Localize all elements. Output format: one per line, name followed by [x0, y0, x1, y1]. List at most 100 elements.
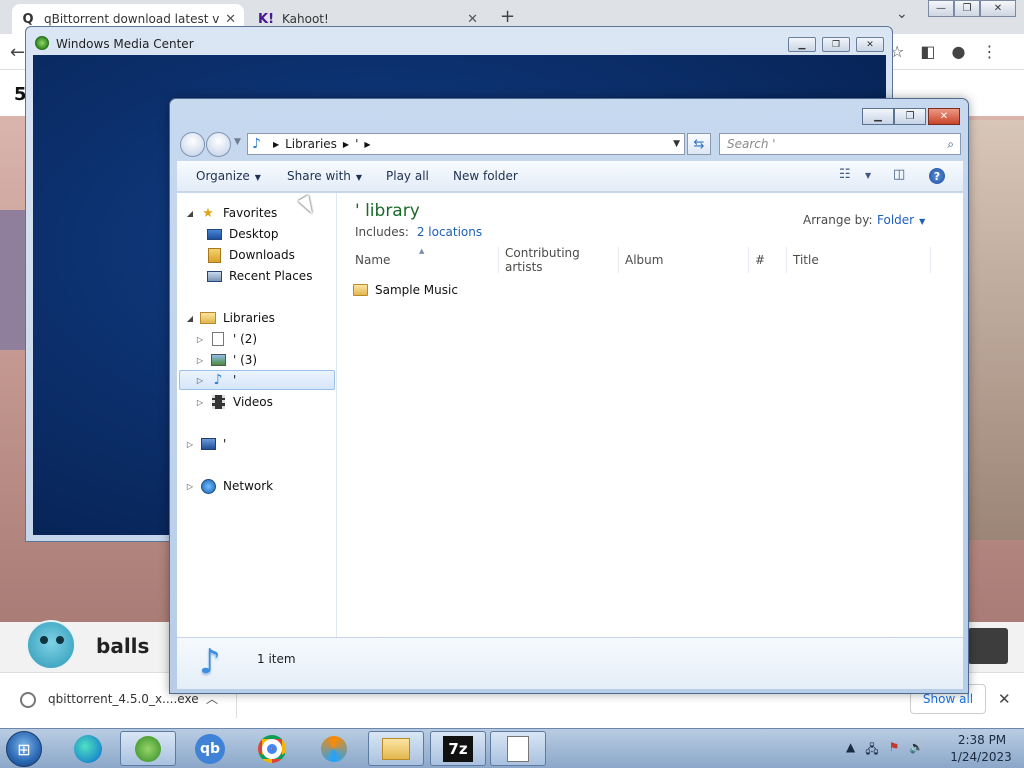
- expand-arrow-icon[interactable]: ▷: [195, 376, 205, 385]
- close-button[interactable]: ✕: [928, 108, 960, 125]
- breadcrumb-arrow-icon[interactable]: ▶: [273, 140, 279, 149]
- nav-desktop[interactable]: Desktop: [205, 224, 279, 244]
- expand-arrow-icon[interactable]: ▷: [185, 482, 195, 491]
- close-button[interactable]: ✕: [856, 37, 884, 52]
- nav-favorites[interactable]: ◢ ★ Favorites: [185, 203, 277, 223]
- nav-videos[interactable]: ▷ Videos: [195, 392, 273, 412]
- profile-icon[interactable]: ●: [951, 42, 965, 61]
- taskbar-qbittorrent[interactable]: qb: [182, 731, 238, 766]
- chevron-down-icon[interactable]: ▼: [673, 139, 680, 149]
- nav-network[interactable]: ▷ Network: [185, 476, 273, 496]
- taskbar-notepad[interactable]: [490, 731, 546, 766]
- search-input[interactable]: Search ' ⌕: [719, 133, 961, 155]
- view-options-icon[interactable]: ☷: [839, 167, 851, 182]
- kahoot-icon: K!: [258, 11, 275, 27]
- help-icon[interactable]: ?: [929, 168, 945, 184]
- nav-label: Desktop: [229, 227, 279, 241]
- minimize-button[interactable]: ▁: [788, 37, 816, 52]
- nav-label: Libraries: [223, 311, 275, 325]
- avatar: [26, 620, 76, 670]
- nav-computer[interactable]: ▷ ': [185, 434, 226, 454]
- chevron-down-icon: ▼: [355, 173, 363, 182]
- taskbar-chrome[interactable]: [244, 731, 300, 766]
- new-tab-button[interactable]: +: [500, 6, 515, 27]
- forward-button[interactable]: [206, 132, 231, 157]
- browser-minimize-button[interactable]: —: [928, 0, 954, 17]
- close-icon[interactable]: ✕: [467, 12, 478, 27]
- expand-arrow-icon[interactable]: ▷: [185, 440, 195, 449]
- breadcrumb-libraries[interactable]: Libraries: [285, 137, 337, 151]
- breadcrumb-arrow-icon[interactable]: ▶: [343, 140, 349, 149]
- taskbar-7zip[interactable]: 7z: [430, 731, 486, 766]
- music-icon: ♪: [199, 642, 221, 682]
- menu-dots-icon[interactable]: ⋮: [981, 42, 997, 61]
- restore-button[interactable]: ❐: [894, 108, 926, 125]
- submit-button[interactable]: [968, 628, 1008, 664]
- taskbar-edge[interactable]: [60, 731, 116, 766]
- play-all-button[interactable]: Play all: [386, 169, 429, 183]
- back-button[interactable]: [180, 132, 205, 157]
- taskbar-explorer[interactable]: [368, 731, 424, 766]
- locations-link[interactable]: 2 locations: [417, 225, 482, 239]
- chevron-down-icon[interactable]: ⌄: [896, 6, 908, 22]
- search-icon: Q: [22, 11, 34, 27]
- organize-button[interactable]: Organize ▼: [196, 169, 261, 183]
- browser-close-button[interactable]: ✕: [980, 0, 1016, 17]
- column-album[interactable]: Album: [619, 247, 749, 273]
- download-filename[interactable]: qbittorrent_4.5.0_x....exe: [48, 692, 199, 706]
- player-name: balls: [96, 634, 150, 658]
- search-placeholder: Search ': [727, 137, 776, 151]
- breadcrumb-current[interactable]: ': [355, 137, 358, 151]
- sidebar-icon[interactable]: ◧: [920, 42, 935, 61]
- collapse-arrow-icon[interactable]: ◢: [185, 209, 195, 218]
- star-icon: ★: [202, 205, 214, 221]
- chevron-down-icon[interactable]: ▼: [234, 137, 241, 147]
- refresh-button[interactable]: ⇆: [687, 133, 711, 155]
- nav-library-documents[interactable]: ▷ ' (2): [195, 329, 257, 349]
- nav-downloads[interactable]: Downloads: [205, 245, 295, 265]
- column-track-number[interactable]: #: [749, 247, 787, 273]
- taskbar-media-center[interactable]: [120, 731, 176, 766]
- new-folder-button[interactable]: New folder: [453, 169, 518, 183]
- taskbar-vpn[interactable]: [306, 731, 362, 766]
- flag-icon[interactable]: ⚑: [889, 740, 900, 761]
- file-name: Sample Music: [375, 283, 458, 297]
- search-icon[interactable]: ⌕: [947, 137, 954, 152]
- expand-arrow-icon[interactable]: ▷: [195, 398, 205, 407]
- nav-library-music[interactable]: ▷ ♪ ': [179, 370, 335, 390]
- breadcrumb-arrow-icon[interactable]: ▶: [364, 140, 370, 149]
- address-bar[interactable]: ♪ ▶ Libraries ▶ ' ▶ ▼: [247, 133, 685, 155]
- browser-restore-button[interactable]: ❐: [954, 0, 980, 17]
- network-tray-icon[interactable]: 🖧: [865, 740, 878, 761]
- column-name[interactable]: Name: [349, 247, 499, 273]
- minimize-button[interactable]: ▁: [862, 108, 894, 125]
- expand-arrow-icon[interactable]: ▷: [195, 356, 205, 365]
- share-with-button[interactable]: Share with ▼: [287, 169, 362, 183]
- chevron-down-icon[interactable]: ▼: [865, 171, 871, 180]
- chevron-up-icon[interactable]: ▲: [846, 740, 855, 761]
- nav-library-pictures[interactable]: ▷ ' (3): [195, 350, 257, 370]
- collapse-arrow-icon[interactable]: ◢: [185, 314, 195, 323]
- preview-pane-icon[interactable]: ◫: [893, 167, 905, 182]
- chevron-down-icon: ▼: [254, 173, 261, 182]
- computer-icon: [199, 436, 217, 452]
- nav-libraries[interactable]: ◢ Libraries: [185, 308, 275, 328]
- volume-icon[interactable]: 🔊: [909, 740, 924, 761]
- arrange-by-dropdown[interactable]: Folder ▼: [877, 213, 925, 227]
- browser-toolbar-icons: ☆ ◧ ● ⋮: [890, 42, 997, 61]
- column-title[interactable]: Title: [787, 247, 931, 273]
- close-icon[interactable]: ✕: [225, 12, 236, 27]
- restore-button[interactable]: ❐: [822, 37, 850, 52]
- start-button[interactable]: ⊞: [6, 731, 42, 767]
- list-item[interactable]: Sample Music: [353, 281, 458, 299]
- recent-places-icon: [205, 268, 223, 284]
- expand-arrow-icon[interactable]: ▷: [195, 335, 205, 344]
- close-icon[interactable]: ✕: [998, 690, 1011, 708]
- back-arrow-icon[interactable]: ←: [10, 42, 25, 63]
- column-contributing-artists[interactable]: Contributing artists: [499, 246, 619, 274]
- clock-time[interactable]: 2:38 PM: [952, 733, 1012, 747]
- nav-recent-places[interactable]: Recent Places: [205, 266, 312, 286]
- item-count: 1 item: [257, 652, 296, 666]
- clock-date[interactable]: 1/24/2023: [946, 750, 1016, 764]
- picture-icon: [209, 352, 227, 368]
